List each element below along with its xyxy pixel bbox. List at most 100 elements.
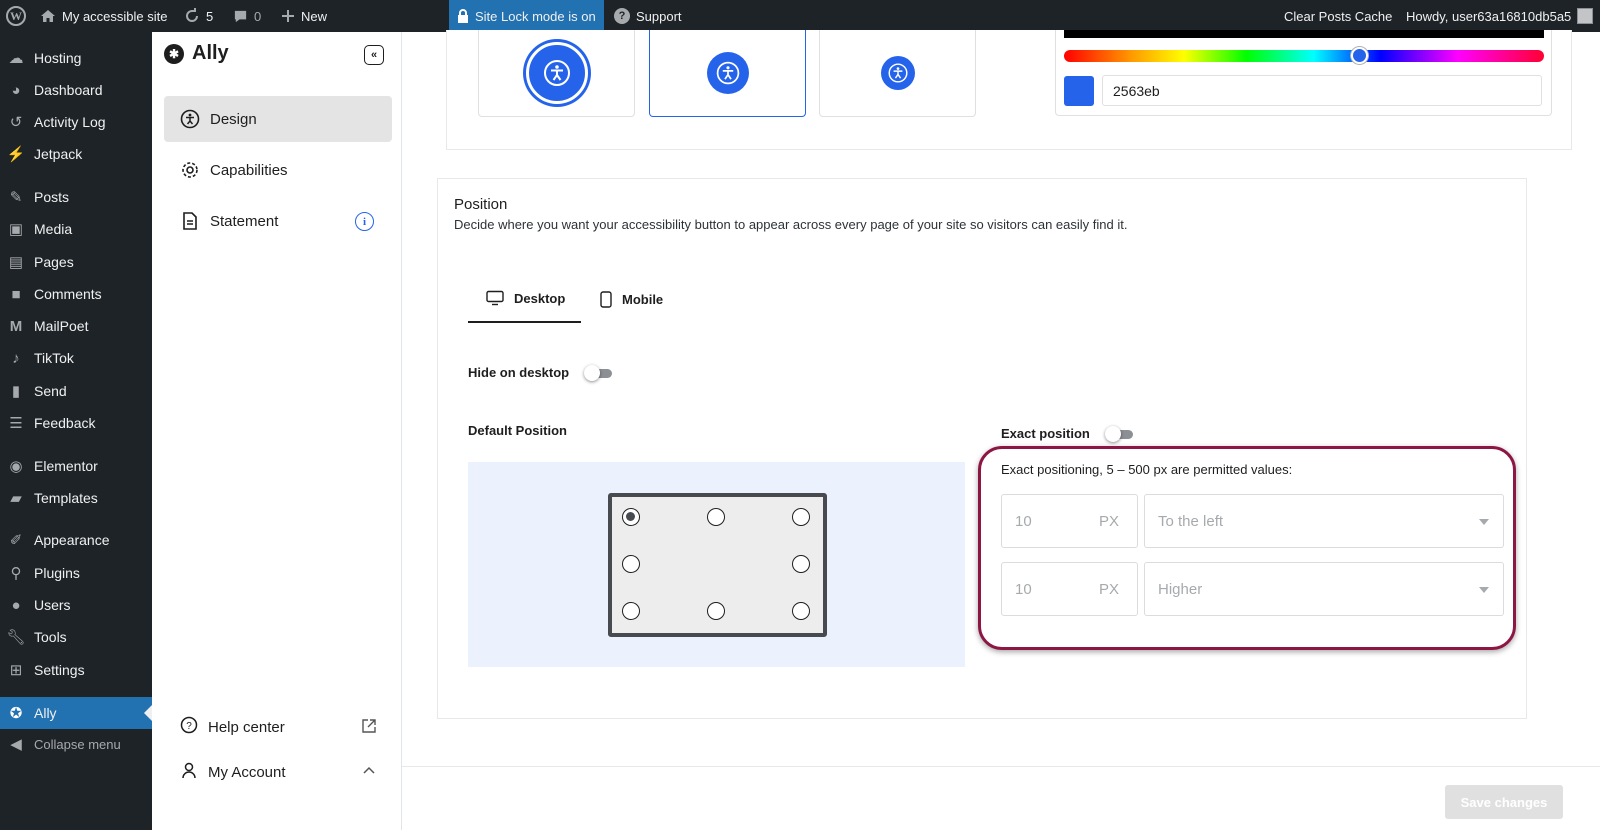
my-account-link[interactable]: Howdy, user63a16810db5a5 <box>1406 0 1594 32</box>
position-description: Decide where you want your accessibility… <box>454 217 1128 232</box>
menu-item-settings[interactable]: ⊞ Settings <box>0 654 152 686</box>
menu-item-pages[interactable]: ▤ Pages <box>0 246 152 278</box>
nav-statement[interactable]: Statement i <box>164 198 392 244</box>
hue-slider-handle[interactable] <box>1351 47 1368 64</box>
new-label: New <box>301 8 328 24</box>
my-account-label: My Account <box>208 763 286 781</box>
menu-item-comments[interactable]: ■ Comments <box>0 278 152 310</box>
tab-desktop-label: Desktop <box>514 290 566 306</box>
plugin-icon: ⚲ <box>10 565 22 582</box>
ally-title: Ally <box>192 42 229 64</box>
clear-posts-cache-button[interactable]: Clear Posts Cache <box>1284 0 1392 32</box>
comment-icon <box>234 10 247 22</box>
admin-menu: ☁ Hosting ◕ Dashboard ↺ Activity Log ⚡ Jetpa… <box>0 32 152 830</box>
footer-bar: Save changes <box>402 766 1600 830</box>
info-icon[interactable]: i <box>355 212 374 231</box>
menu-label: Elementor <box>34 458 98 474</box>
menu-item-mailpoet[interactable]: M MailPoet <box>0 310 152 342</box>
icon-size-medium-option[interactable] <box>649 30 806 117</box>
exact-position-toggle[interactable] <box>1105 426 1135 442</box>
tab-mobile-label: Mobile <box>622 291 664 307</box>
position-bottom-right-radio[interactable] <box>792 602 810 620</box>
accessibility-icon <box>180 109 200 129</box>
icon-size-large-option[interactable] <box>478 30 635 117</box>
menu-item-plugins[interactable]: ⚲ Plugins <box>0 557 152 589</box>
hex-color-input[interactable]: 2563eb <box>1102 75 1542 106</box>
menu-label: Feedback <box>34 415 96 431</box>
position-bottom-center-radio[interactable] <box>707 602 725 620</box>
position-top-left-radio[interactable] <box>622 508 640 526</box>
position-top-right-radio[interactable] <box>792 508 810 526</box>
menu-label: TikTok <box>34 350 74 366</box>
screen-preview <box>608 493 827 637</box>
support-label: Support <box>636 8 682 24</box>
menu-item-hosting[interactable]: ☁ Hosting <box>0 42 152 74</box>
collapse-menu-button[interactable]: ◀ Collapse menu <box>0 728 152 760</box>
accessibility-medium-icon <box>706 52 749 94</box>
menu-item-ally[interactable]: ✪ Ally <box>0 697 152 729</box>
icon-size-small-option[interactable] <box>819 30 976 117</box>
nav-design[interactable]: Design <box>164 96 392 142</box>
howdy-label: Howdy, user63a16810db5a5 <box>1406 8 1572 24</box>
avatar <box>1577 8 1594 24</box>
comments-link[interactable]: 0 <box>233 0 261 32</box>
media-icon: ▣ <box>8 221 24 238</box>
hide-on-desktop-label: Hide on desktop <box>468 365 570 380</box>
user-icon <box>180 761 198 783</box>
help-center-label: Help center <box>208 718 285 736</box>
position-middle-left-radio[interactable] <box>622 555 640 573</box>
updates-count: 5 <box>206 8 214 24</box>
menu-item-tiktok[interactable]: ♪ TikTok <box>0 342 152 374</box>
ally-brand: ✱ Ally <box>164 42 229 65</box>
pages-icon: ▤ <box>8 254 24 271</box>
nav-capabilities-label: Capabilities <box>210 161 288 179</box>
wordpress-logo-button[interactable]: W <box>6 0 26 32</box>
menu-item-jetpack[interactable]: ⚡ Jetpack <box>0 138 152 170</box>
hue-slider[interactable] <box>1064 47 1544 64</box>
menu-item-media[interactable]: ▣ Media <box>0 213 152 245</box>
feedback-icon: ☰ <box>9 415 23 432</box>
hide-on-desktop-toggle[interactable] <box>584 365 614 381</box>
updates-link[interactable]: 5 <box>184 0 213 32</box>
menu-item-send[interactable]: ▮ Send <box>0 375 152 407</box>
saturation-area[interactable] <box>1064 30 1544 38</box>
gear-icon <box>180 160 200 180</box>
accessibility-icon: ✪ <box>9 705 23 722</box>
support-link[interactable]: ? Support <box>614 0 682 32</box>
menu-label: Users <box>34 597 71 613</box>
menu-item-users[interactable]: ● Users <box>0 589 152 621</box>
ally-logo-icon: ✱ <box>164 43 184 64</box>
nav-capabilities[interactable]: Capabilities <box>164 147 392 193</box>
history-icon: ↺ <box>9 114 23 131</box>
tab-mobile[interactable]: Mobile <box>582 275 679 323</box>
collapse-label: Collapse menu <box>34 736 121 752</box>
menu-item-activity-log[interactable]: ↺ Activity Log <box>0 106 152 138</box>
new-content-link[interactable]: New <box>281 0 327 32</box>
menu-item-feedback[interactable]: ☰ Feedback <box>0 407 152 439</box>
menu-label: Activity Log <box>34 114 106 130</box>
collapse-icon: ◀ <box>10 736 22 753</box>
menu-item-templates[interactable]: ▰ Templates <box>0 482 152 514</box>
menu-item-tools[interactable]: 🔧︎ Tools <box>0 621 152 653</box>
menu-item-dashboard[interactable]: ◕ Dashboard <box>0 74 152 106</box>
position-bottom-left-radio[interactable] <box>622 602 640 620</box>
site-name-link[interactable]: My accessible site <box>40 0 167 32</box>
toggle-knob <box>584 365 600 381</box>
help-center-link[interactable]: ? Help center <box>180 712 380 742</box>
collapse-sidebar-button[interactable]: « <box>364 45 384 65</box>
my-account-menu[interactable]: My Account <box>180 757 380 787</box>
comments-count: 0 <box>254 8 262 24</box>
hex-color-value: 2563eb <box>1113 82 1160 99</box>
position-middle-right-radio[interactable] <box>792 555 810 573</box>
plus-icon <box>282 10 294 22</box>
tab-desktop[interactable]: Desktop <box>468 275 582 323</box>
save-changes-button[interactable]: Save changes <box>1445 785 1563 819</box>
position-top-center-radio[interactable] <box>707 508 725 526</box>
menu-item-posts[interactable]: ✎ Posts <box>0 181 152 213</box>
elementor-icon: ◉ <box>9 458 23 475</box>
settings-icon: ⊞ <box>9 662 23 679</box>
menu-item-appearance[interactable]: ✐ Appearance <box>0 524 152 556</box>
site-lock-badge[interactable]: Site Lock mode is on <box>449 0 604 32</box>
menu-label: Posts <box>34 189 70 205</box>
menu-item-elementor[interactable]: ◉ Elementor <box>0 450 152 482</box>
